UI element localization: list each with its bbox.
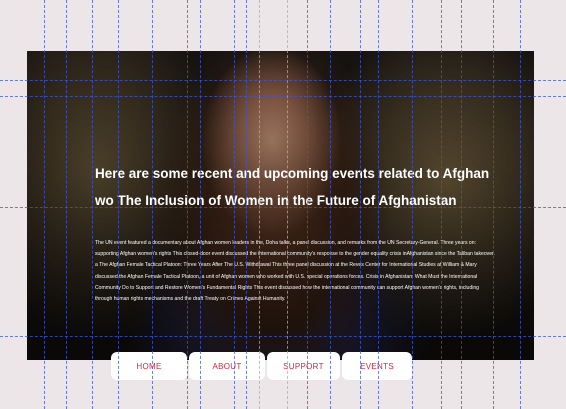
nav-events-button[interactable]: EVENTS — [342, 352, 412, 380]
nav-home-button[interactable]: HOME — [111, 352, 187, 380]
hero-title: Here are some recent and upcoming events… — [95, 166, 490, 208]
main-nav: HOME ABOUT SUPPORT EVENTS — [0, 352, 566, 380]
nav-about-button[interactable]: ABOUT — [189, 352, 265, 380]
hero-description: The UN event featured a documentary abou… — [95, 240, 495, 303]
nav-support-button[interactable]: SUPPORT — [267, 352, 340, 380]
